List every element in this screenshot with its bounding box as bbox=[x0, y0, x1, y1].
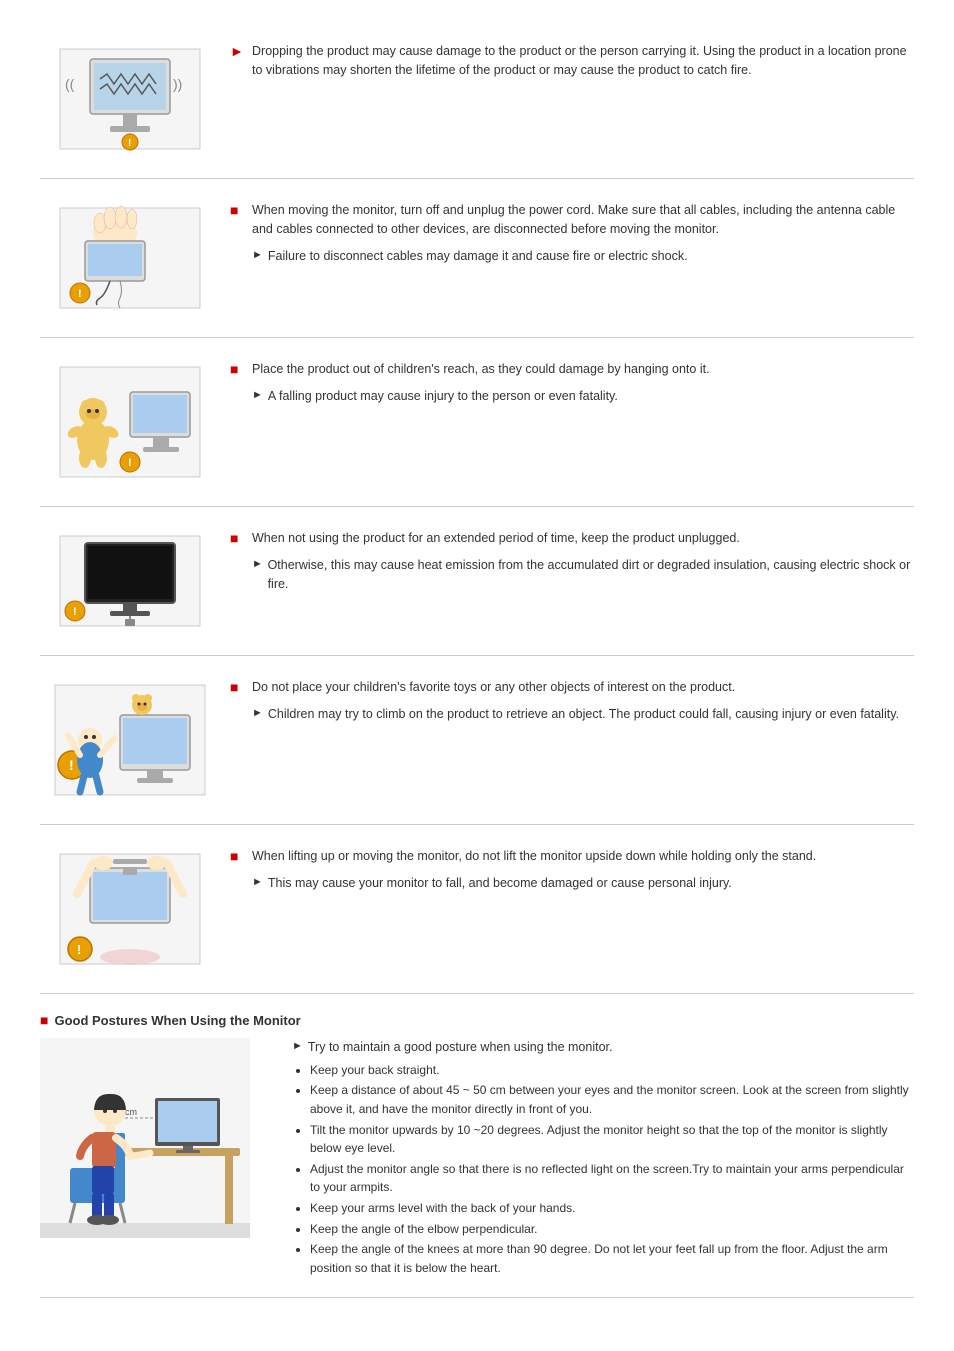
bullet-item-0: Keep your back straight. bbox=[310, 1061, 914, 1080]
arrow-icon-2: ► bbox=[252, 389, 263, 401]
main-point-text-1: Dropping the product may cause damage to… bbox=[252, 42, 914, 80]
sub-point-text-lifting: This may cause your monitor to fall, and… bbox=[268, 874, 732, 893]
section-lifting: ! ■ When lifting up or moving the monito… bbox=[40, 825, 914, 994]
main-point-toys: ■ Do not place your children's favorite … bbox=[230, 678, 914, 697]
content-lifting: ■ When lifting up or moving the monitor,… bbox=[220, 843, 914, 897]
sub-point-children: ► A falling product may cause injury to … bbox=[252, 387, 914, 406]
caution-icon-4: ■ bbox=[230, 530, 246, 546]
caution-icon-3: ■ bbox=[230, 361, 246, 377]
content-vibration: ► Dropping the product may cause damage … bbox=[220, 38, 914, 88]
svg-text:!: ! bbox=[73, 606, 77, 618]
bullet-item-2: Tilt the monitor upwards by 10 ~20 degre… bbox=[310, 1121, 914, 1158]
illus-children: ! bbox=[55, 362, 205, 482]
good-postures-image: 50cm bbox=[40, 1038, 260, 1241]
image-unplugged: ! bbox=[40, 525, 220, 637]
sub-point-moving: ► Failure to disconnect cables may damag… bbox=[252, 247, 914, 266]
svg-text:!: ! bbox=[78, 288, 82, 300]
good-postures-intro: Try to maintain a good posture when usin… bbox=[308, 1038, 613, 1057]
good-postures-heading: Good Postures When Using the Monitor bbox=[54, 1013, 300, 1028]
content-toys: ■ Do not place your children's favorite … bbox=[220, 674, 914, 728]
image-vibration: (( )) ! bbox=[40, 38, 220, 160]
good-postures-bullet-list: Keep your back straight.Keep a distance … bbox=[292, 1061, 914, 1278]
good-postures-body: 50cm bbox=[40, 1038, 914, 1279]
svg-text:!: ! bbox=[69, 757, 74, 773]
image-toys: ! bbox=[40, 674, 220, 806]
bullet-item-6: Keep the angle of the knees at more than… bbox=[310, 1240, 914, 1277]
arrow-icon-3: ► bbox=[252, 558, 263, 570]
section-moving: ! ■ When moving the monitor, turn off an… bbox=[40, 179, 914, 338]
main-point-text-unplugged: When not using the product for an extend… bbox=[252, 529, 740, 548]
main-point-lifting: ■ When lifting up or moving the monitor,… bbox=[230, 847, 914, 866]
image-lifting: ! bbox=[40, 843, 220, 975]
arrow-icon-4: ► bbox=[252, 707, 263, 719]
section-heading-good-postures: ■ Good Postures When Using the Monitor bbox=[40, 1012, 914, 1028]
sub-point-text-children: A falling product may cause injury to th… bbox=[268, 387, 618, 406]
arrow-icon-good-postures: ► bbox=[292, 1040, 303, 1052]
arrow-icon-5: ► bbox=[252, 876, 263, 888]
sub-point-toys: ► Children may try to climb on the produ… bbox=[252, 705, 914, 724]
svg-text:!: ! bbox=[128, 138, 131, 149]
main-point-moving: ■ When moving the monitor, turn off and … bbox=[230, 201, 914, 239]
main-point-unplugged: ■ When not using the product for an exte… bbox=[230, 529, 914, 548]
illus-good-postures: 50cm bbox=[40, 1038, 250, 1238]
good-postures-section: ■ Good Postures When Using the Monitor bbox=[40, 994, 914, 1298]
content-unplugged: ■ When not using the product for an exte… bbox=[220, 525, 914, 597]
caution-icon: ► bbox=[230, 43, 246, 59]
page: (( )) ! ► Dropping the product may cause… bbox=[0, 0, 954, 1318]
main-point-text-moving: When moving the monitor, turn off and un… bbox=[252, 201, 914, 239]
svg-text:!: ! bbox=[77, 942, 81, 957]
sub-point-lifting: ► This may cause your monitor to fall, a… bbox=[252, 874, 914, 893]
illus-toys: ! bbox=[50, 680, 210, 800]
content-moving: ■ When moving the monitor, turn off and … bbox=[220, 197, 914, 269]
illus-unplugged: ! bbox=[55, 531, 205, 631]
illus-vibration: (( )) ! bbox=[55, 44, 205, 154]
illus-moving: ! bbox=[55, 203, 205, 313]
svg-text:!: ! bbox=[128, 457, 132, 469]
main-point-text-lifting: When lifting up or moving the monitor, d… bbox=[252, 847, 816, 866]
caution-icon-6: ■ bbox=[230, 848, 246, 864]
svg-text:)): )) bbox=[173, 76, 182, 92]
content-children: ■ Place the product out of children's re… bbox=[220, 356, 914, 410]
main-point-children: ■ Place the product out of children's re… bbox=[230, 360, 914, 379]
section-toys: ! bbox=[40, 656, 914, 825]
bullet-item-3: Adjust the monitor angle so that there i… bbox=[310, 1160, 914, 1197]
bullet-item-4: Keep your arms level with the back of yo… bbox=[310, 1199, 914, 1218]
sub-point-unplugged: ► Otherwise, this may cause heat emissio… bbox=[252, 556, 914, 594]
section-vibration: (( )) ! ► Dropping the product may cause… bbox=[40, 20, 914, 179]
svg-text:((: (( bbox=[65, 76, 75, 92]
main-point-1: ► Dropping the product may cause damage … bbox=[230, 42, 914, 80]
section-unplugged: ! ■ When not using the product for an ex… bbox=[40, 507, 914, 656]
bullet-item-1: Keep a distance of about 45 ~ 50 cm betw… bbox=[310, 1081, 914, 1118]
good-postures-content: ► Try to maintain a good posture when us… bbox=[260, 1038, 914, 1279]
sub-point-text-moving: Failure to disconnect cables may damage … bbox=[268, 247, 688, 266]
section-children: ! ■ Place the product out of children's … bbox=[40, 338, 914, 507]
arrow-icon-1: ► bbox=[252, 249, 263, 261]
sub-point-text-toys: Children may try to climb on the product… bbox=[268, 705, 899, 724]
image-children: ! bbox=[40, 356, 220, 488]
caution-icon-5: ■ bbox=[230, 679, 246, 695]
main-point-text-toys: Do not place your children's favorite to… bbox=[252, 678, 735, 697]
sub-point-text-unplugged: Otherwise, this may cause heat emission … bbox=[268, 556, 914, 594]
illus-lifting: ! bbox=[55, 849, 205, 969]
bullet-item-5: Keep the angle of the elbow perpendicula… bbox=[310, 1220, 914, 1239]
image-moving: ! bbox=[40, 197, 220, 319]
caution-icon-2: ■ bbox=[230, 202, 246, 218]
good-postures-intro-point: ► Try to maintain a good posture when us… bbox=[292, 1038, 914, 1057]
heading-icon: ■ bbox=[40, 1012, 48, 1028]
main-point-text-children: Place the product out of children's reac… bbox=[252, 360, 710, 379]
